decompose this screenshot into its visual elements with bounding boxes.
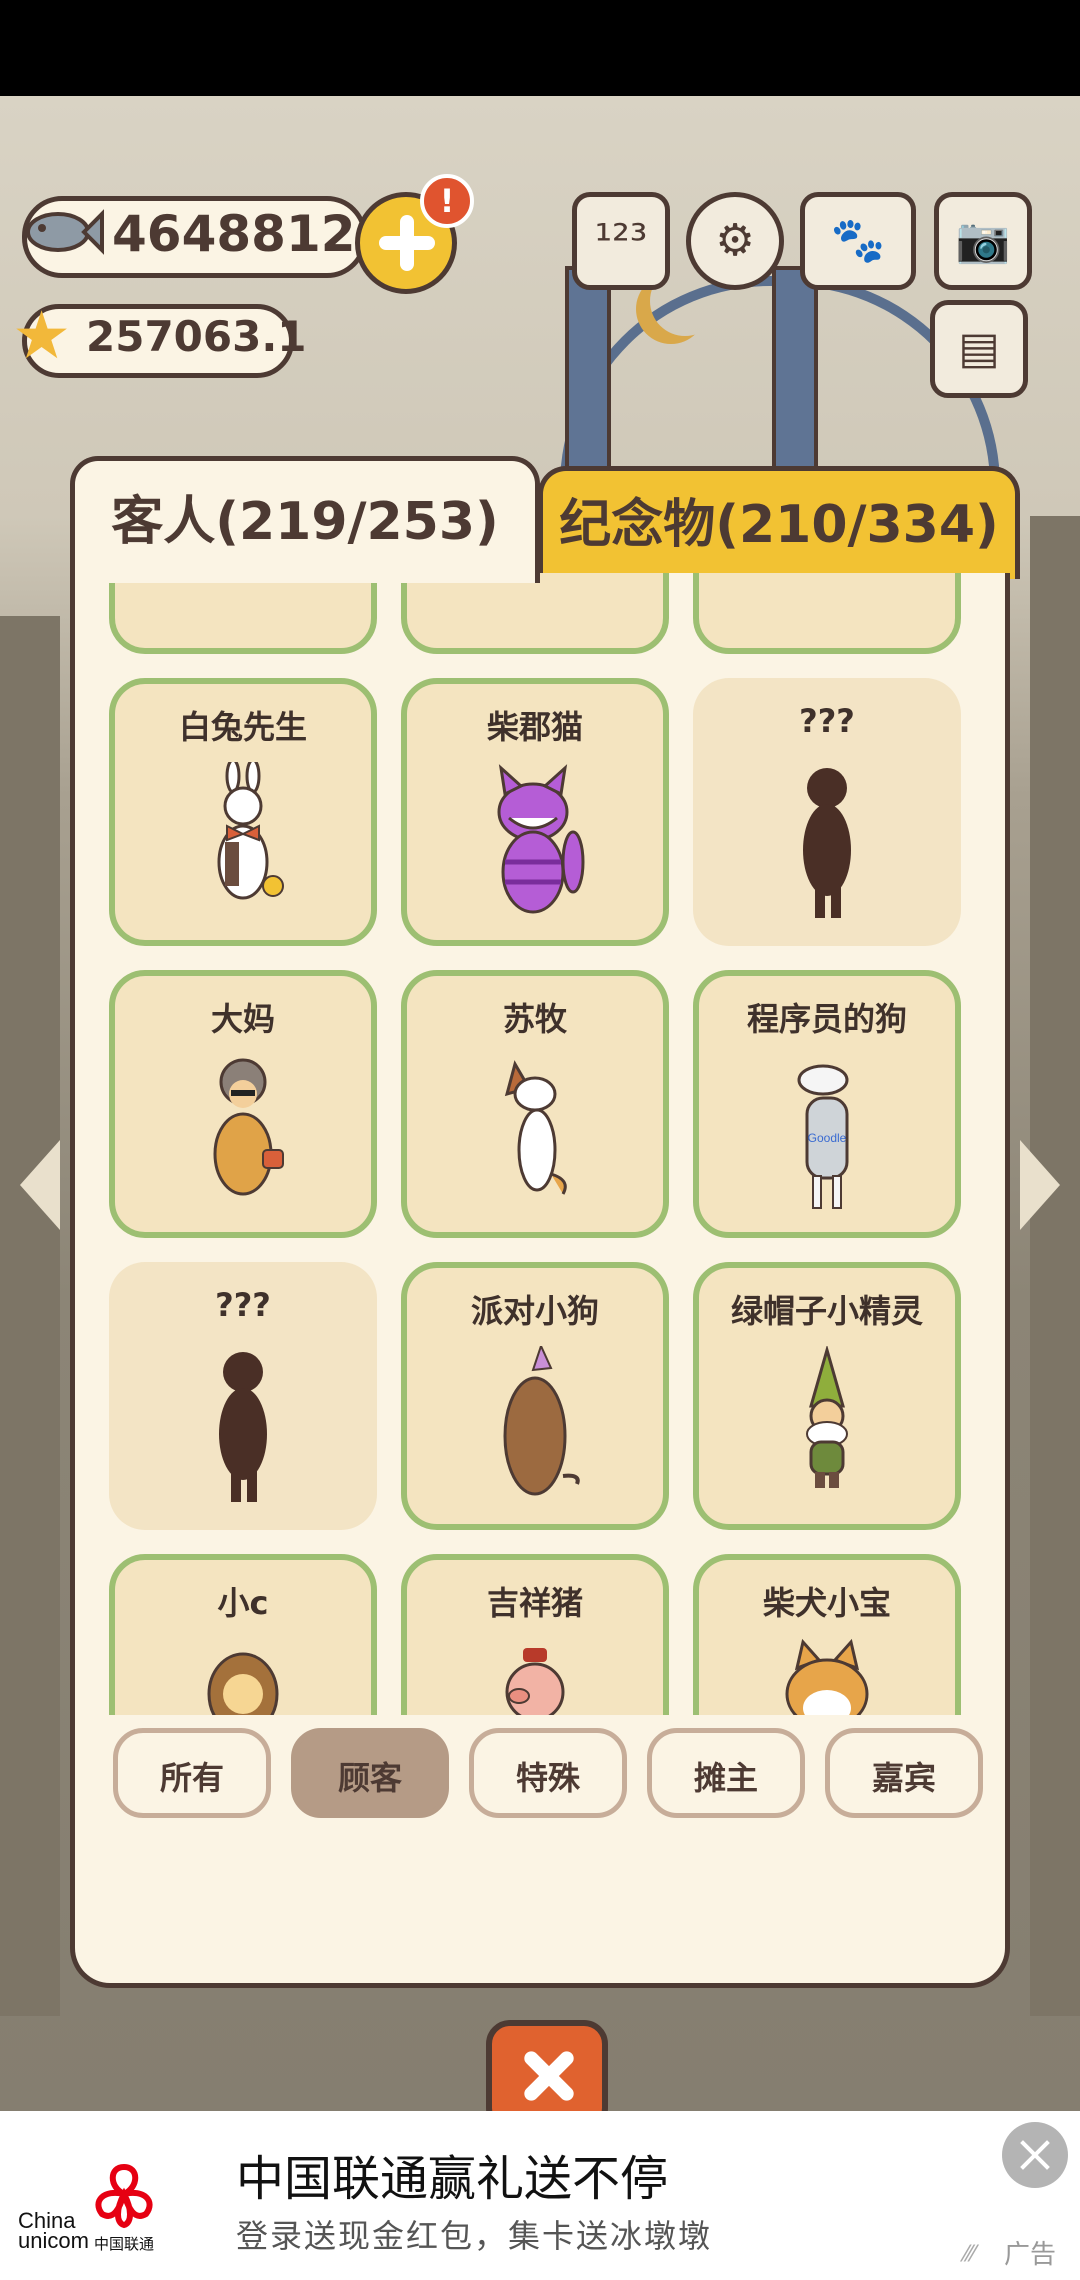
character-card[interactable] [109,573,377,654]
gear-icon: ⚙ [715,215,755,266]
fish-icon [26,209,104,255]
ad-label: 广告 [1004,2240,1057,2270]
paw-book-icon: 🐾 [830,215,886,266]
shiba-icon [777,1638,877,1715]
next-page-arrow[interactable] [1020,1140,1060,1230]
alert-badge: ! [420,174,474,228]
character-name: ??? [215,1286,271,1324]
character-name: 绿帽子小精灵 [730,1292,923,1330]
auntie-icon [193,1054,293,1214]
character-card[interactable]: 大妈 [109,970,377,1238]
leaderboard-icon: ¹²³ [594,215,648,266]
news-button[interactable]: ▤ [930,300,1028,398]
silhouette-icon [193,1346,293,1506]
gnome-icon [777,1344,877,1506]
character-card[interactable]: 派对小狗 [401,1262,669,1530]
background-left-edge [0,616,60,2016]
character-card[interactable]: ??? [693,678,961,946]
ad-title: 中国联通赢礼送不停 [236,2151,669,2207]
party-dog-icon [485,1343,585,1506]
character-name: 柴郡猫 [486,708,583,746]
character-card[interactable] [693,573,961,654]
background-right-edge [1030,516,1080,2016]
character-card[interactable]: 小c [109,1554,377,1715]
filter-all-button[interactable]: 所有 [113,1728,271,1818]
programmer-dog-icon: Goodle [777,1054,877,1214]
ad-tag-icon: ⁄⁄⁄ [964,2242,976,2267]
pig-icon [485,1638,585,1715]
camera-button[interactable]: 📷 [934,192,1032,290]
character-card[interactable]: 苏牧 [401,970,669,1238]
filter-bar: 所有 顾客 特殊 摊主 嘉宾 [113,1728,983,1828]
leaderboard-button[interactable]: ¹²³ [572,192,670,290]
character-name: 柴犬小宝 [762,1584,891,1622]
character-card[interactable]: 吉祥猪 [401,1554,669,1715]
collection-panel: 客人(219/253) 纪念物(210/334) 白兔先生 柴郡猫??? 大妈 苏牧 程… [70,456,1020,1988]
fish-count: 4648812 [112,205,356,263]
character-name: 小c [217,1584,269,1622]
character-name: 程序员的狗 [746,1000,907,1038]
character-card[interactable]: 程序员的狗 Goodle [693,970,961,1238]
girl-icon [193,1638,293,1715]
character-grid-viewport[interactable]: 白兔先生 柴郡猫??? 大妈 苏牧 程序员的狗 Goodle??? 派对小狗 绿帽子小精灵小c… [109,573,979,1715]
panel-body: 白兔先生 柴郡猫??? 大妈 苏牧 程序员的狗 Goodle??? 派对小狗 绿帽子小精灵小c… [70,573,1010,1988]
cheshire-cat-icon [485,762,585,922]
character-card[interactable]: 白兔先生 [109,678,377,946]
svg-text:Goodle: Goodle [808,1131,847,1145]
collie-icon [485,1054,585,1214]
character-name: ??? [799,702,855,740]
character-name: 白兔先生 [178,708,307,746]
character-name: 派对小狗 [470,1292,599,1330]
white-rabbit-icon [193,758,293,922]
filter-customers-button[interactable]: 顾客 [291,1728,449,1818]
filter-vendors-button[interactable]: 摊主 [647,1728,805,1818]
character-name: 大妈 [210,1000,275,1038]
tab-guests[interactable]: 客人(219/253) [70,456,540,583]
filter-guests-button[interactable]: 嘉宾 [825,1728,983,1818]
star-count: 257063.1 [86,312,307,361]
ad-brand-english: China unicom [18,2208,89,2253]
character-card[interactable]: 柴犬小宝 [693,1554,961,1715]
ad-banner[interactable]: China unicom 中国联通 中国联通赢礼送不停 登录送现金红包，集卡送冰… [0,2111,1080,2280]
camera-icon: 📷 [955,215,1011,266]
character-card[interactable] [401,573,669,654]
tab-souvenirs[interactable]: 纪念物(210/334) [538,466,1020,579]
character-name: 吉祥猪 [486,1584,583,1622]
status-bar [0,0,1080,96]
character-name: 苏牧 [502,1000,567,1038]
settings-button[interactable]: ⚙ [686,192,784,290]
ad-brand-chinese: 中国联通 [94,2235,155,2253]
star-icon: ★ [12,297,72,374]
ad-close-button[interactable] [1002,2122,1068,2188]
silhouette-icon [777,762,877,922]
news-icon: ▤ [958,323,1000,374]
character-card[interactable]: 绿帽子小精灵 [693,1262,961,1530]
character-card[interactable]: 柴郡猫 [401,678,669,946]
character-card[interactable]: ??? [109,1262,377,1530]
previous-page-arrow[interactable] [20,1140,60,1230]
collection-book-button[interactable]: 🐾 [800,192,916,290]
ad-subtitle: 登录送现金红包，集卡送冰墩墩 [236,2217,713,2255]
filter-special-button[interactable]: 特殊 [469,1728,627,1818]
